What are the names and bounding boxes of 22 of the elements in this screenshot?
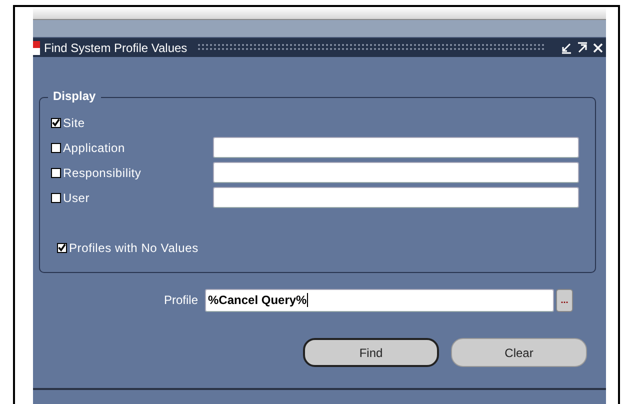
checkbox[interactable] [51, 192, 61, 202]
window-title: Find System Profile Values [44, 40, 188, 54]
close-icon[interactable] [592, 42, 604, 54]
input-field[interactable] [213, 162, 579, 183]
checkbox-label[interactable]: Application [63, 140, 126, 154]
maximize-icon[interactable] [576, 42, 588, 54]
input-field[interactable] [213, 137, 579, 158]
checkbox-label[interactable]: Site [63, 116, 85, 130]
checkbox-label[interactable]: User [63, 190, 90, 204]
find-button[interactable]: Find [303, 338, 439, 367]
input-field[interactable]: %Cancel Query% [205, 288, 554, 312]
group-title: Display [48, 89, 101, 103]
field-label: Profile [162, 293, 199, 307]
checkbox[interactable] [51, 168, 61, 178]
list-of-values-button[interactable]: ... [556, 288, 573, 312]
input-field[interactable] [213, 187, 579, 208]
checkbox-label[interactable]: Responsibility [63, 166, 142, 180]
checkbox[interactable] [51, 142, 61, 152]
minimize-icon[interactable] [560, 42, 572, 54]
clear-button[interactable]: Clear [451, 338, 587, 367]
checkbox-label[interactable]: Profiles with No Values [69, 240, 198, 254]
app-icon [33, 40, 40, 54]
